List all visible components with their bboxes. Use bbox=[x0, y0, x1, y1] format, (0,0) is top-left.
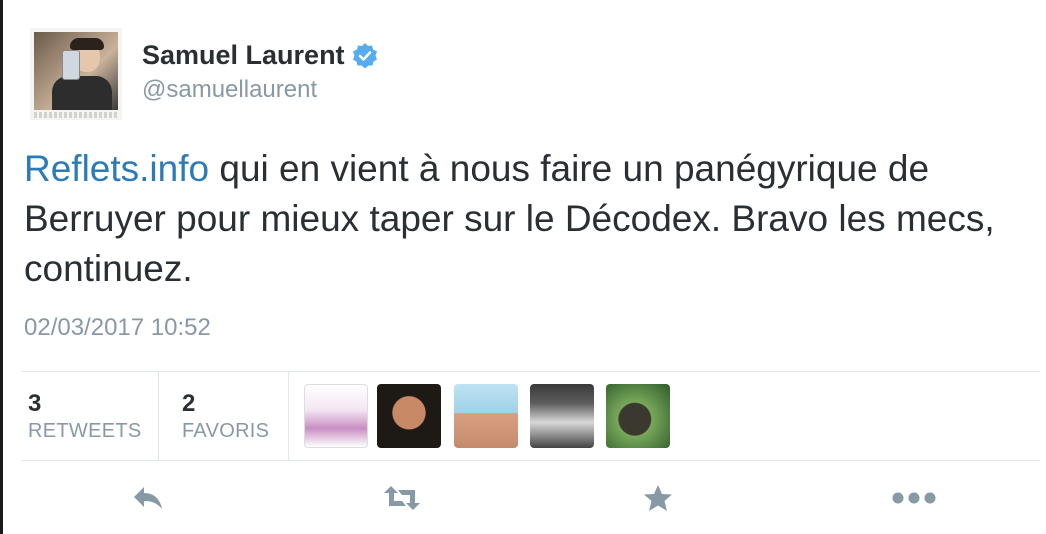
window-left-edge bbox=[0, 0, 3, 534]
stats-separator bbox=[288, 372, 289, 460]
verified-badge-icon bbox=[351, 42, 379, 70]
retweet-icon bbox=[384, 486, 420, 510]
favorite-star-icon bbox=[644, 485, 672, 511]
retweets-stat[interactable]: 3 RETWEETS bbox=[28, 372, 148, 460]
avatar-photo bbox=[34, 32, 118, 110]
more-dots-icon bbox=[892, 492, 936, 504]
tweet-timestamp[interactable]: 02/03/2017 10:52 bbox=[24, 314, 211, 342]
favorites-count: 2 bbox=[182, 390, 196, 417]
tweet-link[interactable]: Reflets.info bbox=[24, 148, 209, 189]
favoriter-avatar-reading-man[interactable] bbox=[530, 384, 594, 448]
reply-icon bbox=[134, 487, 162, 509]
tweet-text: Reflets.info qui en vient à nous faire u… bbox=[24, 144, 1014, 294]
favoriter-avatar-beach-man[interactable] bbox=[454, 384, 518, 448]
name-row: Samuel Laurent bbox=[142, 40, 379, 71]
retweets-count: 3 bbox=[28, 390, 42, 417]
favorites-stat[interactable]: 2 FAVORIS bbox=[182, 372, 292, 460]
display-name[interactable]: Samuel Laurent bbox=[142, 40, 345, 71]
tweet-actions bbox=[22, 460, 1040, 534]
more-button[interactable] bbox=[890, 480, 938, 516]
retweet-button[interactable] bbox=[382, 480, 422, 516]
user-handle[interactable]: @samuellaurent bbox=[142, 76, 317, 104]
favorite-button[interactable] bbox=[638, 480, 678, 516]
user-avatar[interactable] bbox=[30, 28, 122, 120]
tweet-stats: 3 RETWEETS 2 FAVORIS bbox=[22, 372, 1040, 460]
reply-button[interactable] bbox=[128, 480, 168, 516]
favorites-label: FAVORIS bbox=[182, 420, 270, 442]
favoriter-avatar-monkey[interactable] bbox=[606, 384, 670, 448]
favoriter-avatar-cartoon[interactable] bbox=[304, 384, 368, 448]
retweets-label: RETWEETS bbox=[28, 420, 142, 442]
stats-separator bbox=[158, 372, 159, 460]
favoriter-avatar-laughing-man[interactable] bbox=[377, 384, 441, 448]
avatar-caption bbox=[34, 112, 118, 118]
